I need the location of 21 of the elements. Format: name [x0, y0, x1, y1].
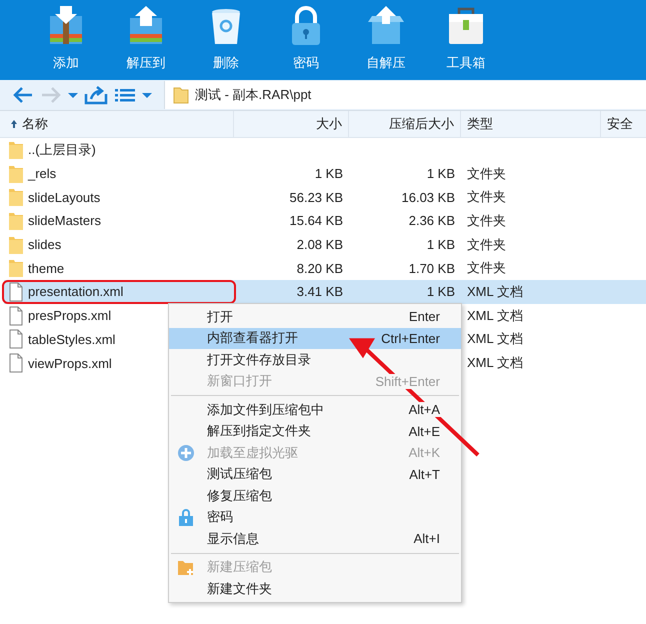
table-cell-text: 文件夹 — [466, 259, 507, 278]
table-cell-text: 2.08 KB — [296, 237, 344, 252]
table-cell-text: 1 KB — [314, 166, 344, 182]
table-cell-text: 3.41 KB — [296, 284, 344, 300]
table-cell-text: 文件夹 — [466, 188, 507, 206]
table-cell-text: 1 KB — [426, 166, 456, 182]
table-cell-text: 16.03 KB — [400, 190, 456, 205]
table-cell-text: 56.23 KB — [288, 190, 344, 205]
table-cell-text: XML 文档 — [466, 330, 524, 348]
table-cell-text: 文件夹 — [466, 236, 507, 254]
table-cell-text: 15.64 KB — [288, 213, 344, 228]
table-cell-text: 文件夹 — [466, 212, 507, 230]
table-cell-text: XML 文档 — [466, 306, 524, 325]
table-cell-text: 1 KB — [426, 237, 456, 252]
table-cell-text: 1 KB — [426, 284, 456, 300]
table-cell-text: 1.70 KB — [408, 260, 456, 276]
table-cell-text: 8.20 KB — [296, 260, 344, 276]
table-cell-text: 2.36 KB — [408, 213, 456, 228]
table-cell-text: XML 文档 — [466, 354, 524, 372]
table-cell-text: XML 文档 — [466, 282, 524, 301]
table-cell-text: 文件夹 — [466, 164, 507, 183]
